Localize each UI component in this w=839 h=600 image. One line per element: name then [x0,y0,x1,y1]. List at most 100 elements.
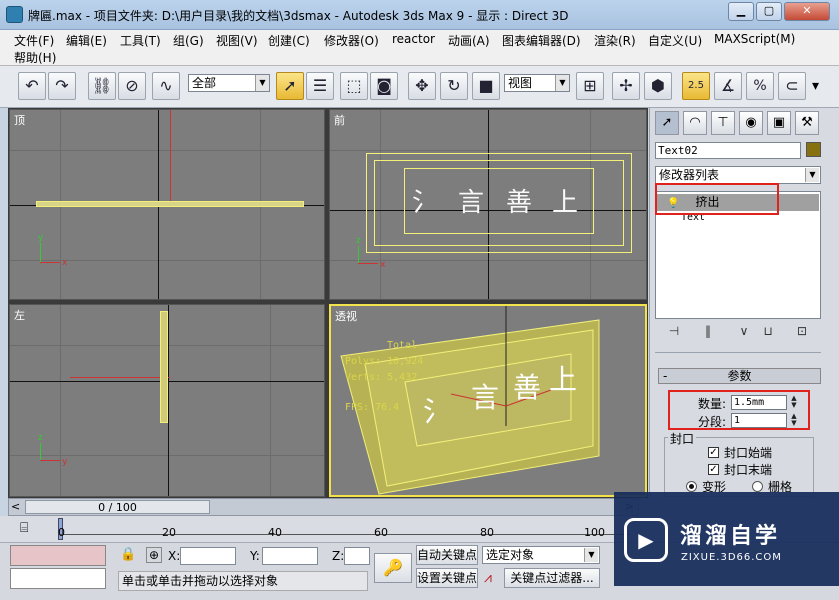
plaque-glyph: 氵 [412,188,439,218]
utilities-tab-icon[interactable]: ⚒ [795,111,819,135]
viewport-area: 顶 y x 前 氵 言 善 上 z x 左 z y 透视 氵 言 善 上 Tot… [8,108,648,498]
y-label: Y: [250,549,260,563]
axis-y-label: y [62,457,68,467]
angle-snap-icon[interactable]: ∡ [714,72,742,100]
cap-end-checkbox[interactable]: ✓ [708,464,719,475]
key-mode-icon[interactable]: 🔑 [374,553,412,583]
prev-frame-icon[interactable]: < [11,500,20,513]
grid-radio[interactable] [752,481,763,492]
menu-file[interactable]: 文件(F) [14,32,54,49]
configure-sets-icon[interactable]: ⊡ [792,324,812,342]
align-icon[interactable]: ⬢ [644,72,672,100]
parameters-title: 参数 [727,369,752,383]
close-button[interactable]: ✕ [784,2,830,21]
menu-rendering[interactable]: 渲染(R) [594,32,636,49]
lock-icon[interactable]: 🔒 [120,547,136,562]
undo-icon[interactable]: ↶ [18,72,46,100]
mirror-icon[interactable]: ✢ [612,72,640,100]
axis-z-label: z [356,236,361,246]
axis-y-label: y [38,233,44,243]
maxscript-listener-mini[interactable] [10,545,106,566]
pin-stack-icon[interactable]: ⊣ [664,324,684,342]
tick-label: 80 [480,526,494,539]
menu-views[interactable]: 视图(V) [216,32,258,49]
absolute-mode-icon[interactable]: ⊕ [146,547,162,563]
viewport-perspective[interactable]: 透视 氵 言 善 上 Total Polys: 10,924 Verts: 5,… [329,304,647,497]
time-slider[interactable]: < 0 / 100 > [8,498,639,516]
x-coordinate-field[interactable] [180,547,236,565]
pivot-icon[interactable]: ⊞ [576,72,604,100]
menu-tools[interactable]: 工具(T) [120,32,161,49]
redo-icon[interactable]: ↷ [48,72,76,100]
divider [655,352,821,353]
scale-icon[interactable]: ■ [472,72,500,100]
menu-group[interactable]: 组(G) [173,32,204,49]
modify-tab-icon[interactable]: ◠ [683,111,707,135]
modifier-list-dropdown[interactable]: 修改器列表 ▼ [655,166,821,184]
z-coordinate-field[interactable] [344,547,370,565]
maxscript-output-mini[interactable] [10,568,106,589]
viewport-top[interactable]: 顶 y x [9,109,325,300]
reference-coordinate-dropdown[interactable]: 视图 ▼ [504,74,570,92]
menu-reactor[interactable]: reactor [392,32,435,46]
object-name-field[interactable]: Text02 [655,142,801,159]
x-label: X: [168,549,181,563]
move-icon[interactable]: ✥ [408,72,436,100]
chevron-down-icon: ▼ [584,548,598,562]
remove-modifier-icon[interactable]: ⊔ [758,324,778,342]
object-color-swatch[interactable] [806,142,821,157]
motion-tab-icon[interactable]: ◉ [739,111,763,135]
window-crossing-icon[interactable]: ◙ [370,72,398,100]
select-by-name-icon[interactable]: ☰ [306,72,334,100]
menu-maxscript[interactable]: MAXScript(M) [714,32,795,46]
tick-label: 0 [58,526,65,539]
menu-graph-editors[interactable]: 图表编辑器(D) [502,32,581,49]
rotate-icon[interactable]: ↻ [440,72,468,100]
menu-edit[interactable]: 编辑(E) [66,32,107,49]
hierarchy-tab-icon[interactable]: ⊤ [711,111,735,135]
main-toolbar: ↶ ↷ ⛓ ⊘ ∿ 全部 ▼ ➚ ☰ ⬚ ◙ ✥ ↻ ■ 视图 ▼ ⊞ ✢ ⬢ … [0,66,839,108]
track-line [60,534,630,535]
snap-icon[interactable]: 2.5 [682,72,710,100]
app-icon[interactable] [6,6,23,23]
menu-customize[interactable]: 自定义(U) [648,32,702,49]
key-selection-dropdown[interactable]: 选定对象 ▼ [482,546,600,564]
unlink-icon[interactable]: ⊘ [118,72,146,100]
rect-region-icon[interactable]: ⬚ [340,72,368,100]
time-slider-thumb[interactable]: 0 / 100 [25,500,210,514]
link-icon[interactable]: ⛓ [88,72,116,100]
show-end-result-icon[interactable]: ‖ [698,324,718,342]
axis-z-label: z [38,433,43,443]
spinner-snap-icon[interactable]: ⊂ [778,72,806,100]
bind-spacewarp-icon[interactable]: ∿ [152,72,180,100]
menu-help[interactable]: 帮助(H) [14,49,56,66]
curve-editor-icon[interactable]: ⌸ [20,520,28,536]
percent-snap-icon[interactable]: % [746,72,774,100]
menu-create[interactable]: 创建(C) [268,32,310,49]
cap-start-checkbox[interactable]: ✓ [708,447,719,458]
minimize-button[interactable]: ▁ [728,2,754,21]
auto-key-button[interactable]: 自动关键点 [416,545,478,565]
selection-filter-dropdown[interactable]: 全部 ▼ [188,74,270,92]
plaque-glyph: 氵 [423,395,452,428]
named-selection-icon[interactable]: ▾ [812,78,832,98]
viewport-label: 左 [14,309,25,322]
select-icon[interactable]: ➚ [276,72,304,100]
make-unique-icon[interactable]: ∨ [734,324,754,342]
viewport-left[interactable]: 左 z y [9,304,325,497]
y-coordinate-field[interactable] [262,547,318,565]
display-tab-icon[interactable]: ▣ [767,111,791,135]
plaque-side-view [160,311,168,423]
key-filters-button[interactable]: 关键点过滤器... [504,568,600,588]
set-key-button[interactable]: 设置关键点 [416,568,478,588]
maximize-button[interactable]: ▢ [756,2,782,21]
key-filter-icon[interactable]: ⩘ [484,570,492,586]
morph-radio[interactable] [686,481,697,492]
create-tab-icon[interactable]: ➚ [655,111,679,135]
menu-animation[interactable]: 动画(A) [448,32,490,49]
collapse-icon: - [663,369,668,383]
parameters-rollout-header[interactable]: - 参数 [658,368,821,384]
viewport-front[interactable]: 前 氵 言 善 上 z x [329,109,647,300]
plaque-glyph: 言 [458,188,485,218]
menu-modifiers[interactable]: 修改器(O) [324,32,379,49]
